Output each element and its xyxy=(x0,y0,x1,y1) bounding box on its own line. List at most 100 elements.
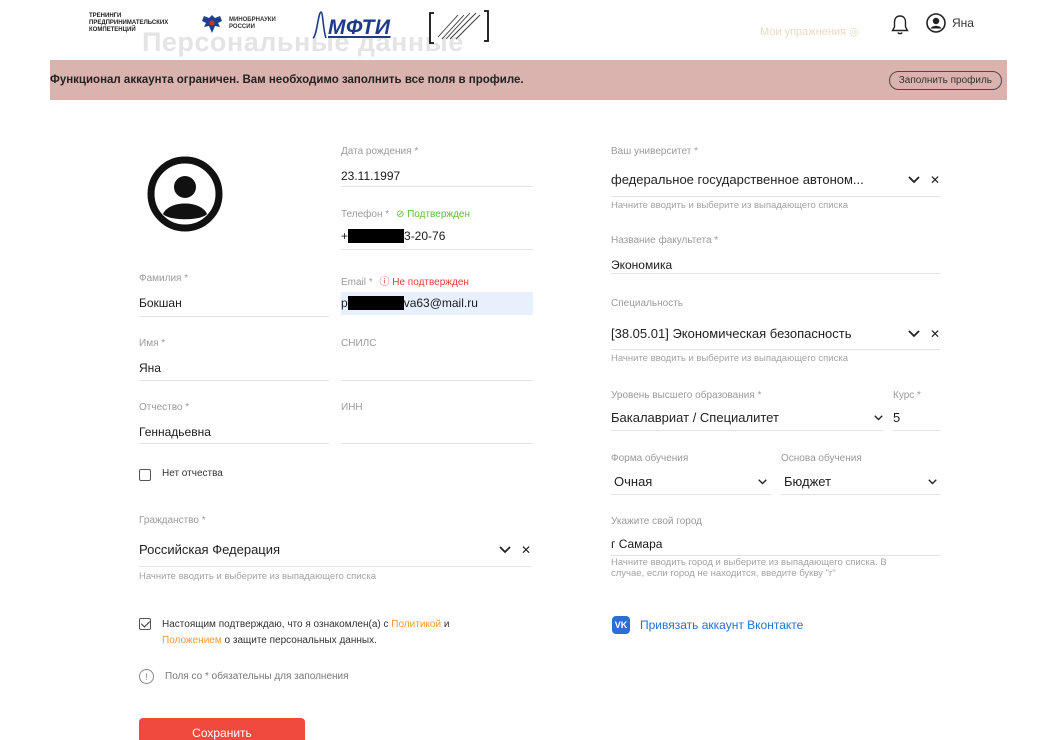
logo-tpk-line: ПРЕДПРИНИМАТЕЛЬСКИХ xyxy=(89,20,169,26)
divider xyxy=(139,443,329,444)
my-exercises-link[interactable]: Мои упражнения ◎ xyxy=(760,25,859,38)
study-basis-value: Бюджет xyxy=(784,474,832,489)
citizenship-select[interactable]: Российская Федерация ✕ xyxy=(139,542,531,557)
phone-value[interactable]: +3-20-76 xyxy=(341,229,470,243)
city-value[interactable]: г Самара xyxy=(611,537,702,551)
first-name-label: Имя * xyxy=(139,338,166,349)
specialty-select[interactable]: [38.05.01] Экономическая безопасность ✕ xyxy=(611,326,940,341)
patronymic-field[interactable]: Отчество * Геннадьевна xyxy=(139,402,211,439)
first-name-field[interactable]: Имя * Яна xyxy=(139,338,165,375)
clear-icon[interactable]: ✕ xyxy=(521,543,531,557)
user-menu[interactable]: Яна xyxy=(926,13,974,33)
consent-checkbox-row[interactable]: Настоящим подтверждаю, что я ознакомлен(… xyxy=(139,617,499,649)
first-name-value[interactable]: Яна xyxy=(139,361,165,375)
specialty-label-wrap: Специальность xyxy=(611,298,683,309)
university-hint: Начните вводить и выберите из выпадающег… xyxy=(611,200,848,211)
chevron-down-icon[interactable] xyxy=(908,175,920,184)
divider xyxy=(611,349,940,350)
phone-status: Подтвержден xyxy=(407,209,470,220)
city-field[interactable]: Укажите свой город г Самара xyxy=(611,516,702,551)
citizenship-label: Гражданство * xyxy=(139,515,206,526)
birth-date-field[interactable]: Дата рождения * 23.11.1997 xyxy=(341,146,418,183)
email-value-end: va63@mail.ru xyxy=(403,296,478,310)
patronymic-label: Отчество * xyxy=(139,402,190,413)
university-select[interactable]: федеральное государственное автоном... ✕ xyxy=(611,172,940,187)
email-input[interactable]: р va63@mail.ru xyxy=(341,292,533,315)
snils-field[interactable]: СНИЛС xyxy=(341,338,376,349)
citizenship-value: Российская Федерация xyxy=(139,542,281,557)
study-basis-select[interactable]: Бюджет xyxy=(784,474,937,489)
faculty-value[interactable]: Экономика xyxy=(611,258,718,272)
study-form-label-wrap: Форма обучения xyxy=(611,453,688,464)
study-form-value: Очная xyxy=(614,474,653,489)
level-select[interactable]: Бакалавриат / Специалитет xyxy=(611,410,883,425)
last-name-field[interactable]: Фамилия * Бокшан xyxy=(139,273,188,310)
logo-minobrnauki-text: МИНОБРНАУКИ РОССИИ xyxy=(229,17,276,31)
divider xyxy=(893,430,940,431)
clear-icon[interactable]: ✕ xyxy=(930,327,940,341)
divider xyxy=(341,443,533,444)
chevron-down-icon xyxy=(758,478,767,484)
inn-label: ИНН xyxy=(341,402,363,413)
bracket-logo-icon[interactable] xyxy=(428,9,490,45)
regulation-link[interactable]: Положением xyxy=(162,635,222,646)
city-hint-line: случае, если город не находится, введите… xyxy=(611,568,836,579)
divider xyxy=(341,380,533,381)
clear-icon[interactable]: ✕ xyxy=(930,173,940,187)
email-label: Email * xyxy=(341,277,373,288)
divider xyxy=(611,273,940,274)
level-value: Бакалавриат / Специалитет xyxy=(611,410,779,425)
chevron-down-icon[interactable] xyxy=(908,329,920,338)
logo-tpk-line: КОМПЕТЕНЦИЙ xyxy=(89,27,136,33)
specialty-label: Специальность xyxy=(611,298,683,309)
logo-minobrnauki[interactable]: МИНОБРНАУКИ РОССИИ xyxy=(200,13,276,35)
fill-profile-button[interactable]: Заполнить профиль xyxy=(888,70,1002,90)
email-status: Не подтвержден xyxy=(392,277,469,288)
study-form-select[interactable]: Очная xyxy=(614,474,767,489)
restriction-banner: Функционал аккаунта ограничен. Вам необх… xyxy=(50,60,1007,100)
birth-date-value[interactable]: 23.11.1997 xyxy=(341,169,418,183)
phone-label-row: Телефон * ⊘ Подтвержден xyxy=(341,209,470,220)
divider xyxy=(341,186,533,187)
faculty-field[interactable]: Название факультета * Экономика xyxy=(611,235,718,272)
faculty-label: Название факультета * xyxy=(611,235,719,246)
patronymic-value[interactable]: Геннадьевна xyxy=(139,425,211,439)
no-patronymic-checkbox[interactable] xyxy=(139,469,151,481)
divider xyxy=(611,494,771,495)
no-patronymic-checkbox-row[interactable]: Нет отчества xyxy=(139,468,223,481)
logo-mfti-text: МФТИ xyxy=(328,16,391,39)
link-vk-label: Привязать аккаунт Вконтакте xyxy=(640,618,804,632)
last-name-label: Фамилия * xyxy=(139,273,189,284)
warning-circle-icon: ⓘ xyxy=(379,277,390,288)
course-field[interactable]: Курс * 5 xyxy=(893,390,921,425)
info-icon: ! xyxy=(139,669,154,684)
link-vk-button[interactable]: VK Привязать аккаунт Вконтакте xyxy=(612,616,803,634)
bell-icon[interactable] xyxy=(890,14,910,36)
course-value[interactable]: 5 xyxy=(893,410,921,425)
logo-text-line: МИНОБРНАУКИ xyxy=(229,17,276,23)
save-button[interactable]: Сохранить xyxy=(139,718,305,740)
citizenship-label-wrap: Гражданство * xyxy=(139,515,206,526)
phone-field[interactable]: Телефон * ⊘ Подтвержден +3-20-76 xyxy=(341,209,470,243)
inn-field[interactable]: ИНН xyxy=(341,402,363,413)
consent-checkbox[interactable] xyxy=(139,618,151,630)
logo-tpk[interactable]: ТРЕНИНГИ ПРЕДПРИНИМАТЕЛЬСКИХ КОМПЕТЕНЦИЙ xyxy=(89,13,168,34)
policy-link[interactable]: Политикой xyxy=(391,619,441,630)
specialty-hint: Начните вводить и выберите из выпадающег… xyxy=(611,353,848,364)
university-label: Ваш университет * xyxy=(611,146,698,157)
profile-avatar-icon[interactable] xyxy=(147,156,223,232)
logo-text-line: РОССИИ xyxy=(229,24,255,30)
chevron-down-icon[interactable] xyxy=(499,545,511,554)
study-form-label: Форма обучения xyxy=(611,453,689,464)
phone-label: Телефон * xyxy=(341,209,390,220)
last-name-value[interactable]: Бокшан xyxy=(139,296,188,310)
citizenship-hint: Начните вводить и выберите из выпадающег… xyxy=(139,571,376,582)
email-label-row: Email * ⓘ Не подтвержден xyxy=(341,273,469,288)
birth-date-label: Дата рождения * xyxy=(341,146,419,157)
consent-text-part: о защите персональных данных. xyxy=(221,635,377,646)
redacted-block xyxy=(348,229,405,243)
divider xyxy=(611,430,883,431)
logo-mfti[interactable]: МФТИ xyxy=(312,10,391,40)
divider xyxy=(781,494,940,495)
divider xyxy=(139,316,329,317)
